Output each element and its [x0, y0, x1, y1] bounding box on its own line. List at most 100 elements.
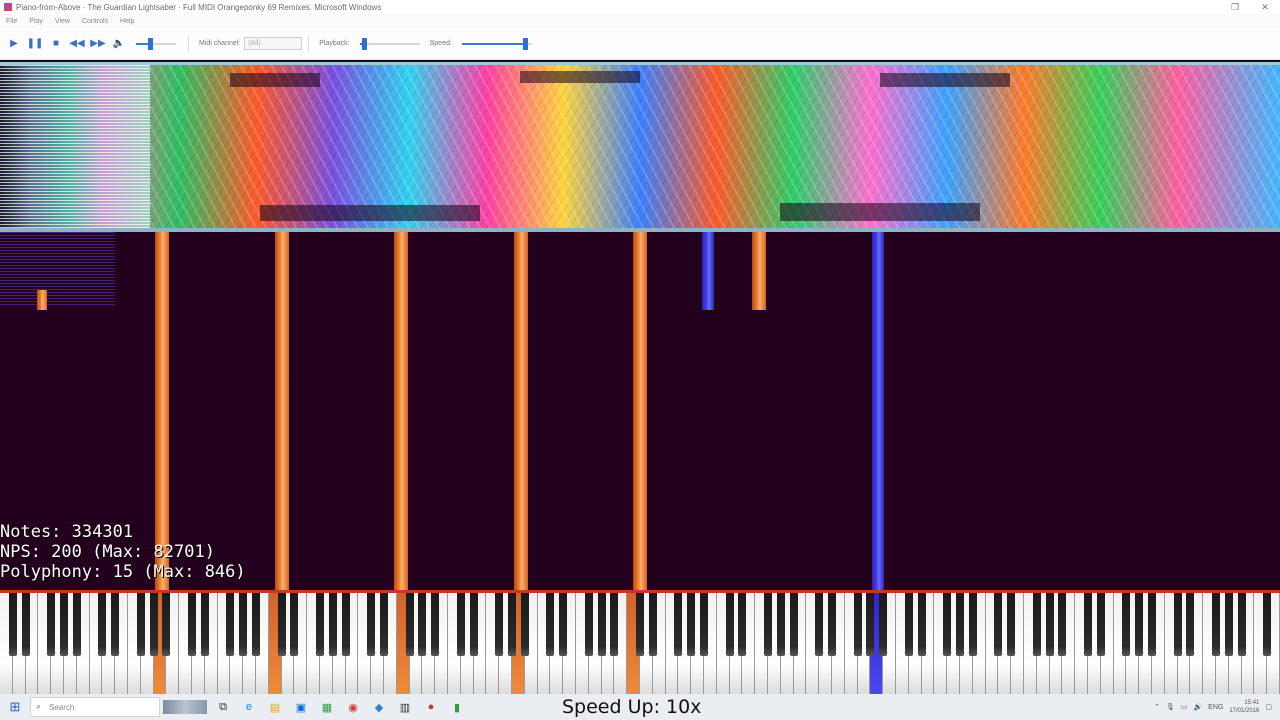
pause-icon[interactable]: ❚❚	[25, 34, 45, 54]
rewind-icon[interactable]: ◀◀	[67, 34, 87, 54]
black-key[interactable]	[60, 593, 68, 656]
midi-channel-select[interactable]: (All)	[244, 37, 303, 50]
black-key[interactable]	[648, 593, 657, 656]
speed-slider[interactable]	[461, 37, 532, 50]
start-icon[interactable]: ⊞	[0, 694, 30, 720]
language-indicator[interactable]: ENG	[1208, 704, 1223, 711]
menu-item-help[interactable]: Help	[120, 18, 134, 25]
black-key[interactable]	[1186, 593, 1195, 656]
black-key[interactable]	[904, 593, 913, 656]
black-key[interactable]	[559, 593, 568, 656]
black-key[interactable]	[316, 593, 324, 656]
edge-icon[interactable]: e	[236, 696, 262, 718]
black-key[interactable]	[828, 593, 836, 656]
black-key[interactable]	[405, 593, 414, 656]
black-key[interactable]	[1135, 593, 1144, 656]
black-key[interactable]	[776, 593, 785, 656]
black-key[interactable]	[866, 593, 875, 656]
black-key[interactable]	[597, 593, 606, 656]
black-key[interactable]	[968, 593, 977, 656]
black-key[interactable]	[700, 593, 708, 656]
thumbnail-icon[interactable]	[160, 696, 210, 718]
black-key[interactable]	[341, 593, 350, 656]
task-view-icon[interactable]: ⧉	[210, 696, 236, 718]
menu-item-file[interactable]: File	[6, 18, 17, 25]
black-key[interactable]	[8, 593, 17, 656]
black-key[interactable]	[687, 593, 696, 656]
black-key[interactable]	[1173, 593, 1182, 656]
clock[interactable]: 15:41 17/01/2016	[1229, 699, 1259, 715]
black-key[interactable]	[252, 593, 260, 656]
black-key[interactable]	[418, 593, 427, 656]
menu-item-view[interactable]: View	[55, 18, 70, 25]
playback-slider-thumb[interactable]	[362, 37, 368, 50]
black-key[interactable]	[380, 593, 388, 656]
spreadsheet-icon[interactable]: ▦	[314, 696, 340, 718]
black-key[interactable]	[956, 593, 964, 656]
black-key[interactable]	[789, 593, 798, 656]
black-key[interactable]	[584, 593, 593, 656]
black-key[interactable]	[1148, 593, 1156, 656]
black-key[interactable]	[1032, 593, 1041, 656]
black-key[interactable]	[1084, 593, 1092, 656]
speed-slider-thumb[interactable]	[522, 37, 528, 50]
volume-tray-icon[interactable]: 🔊	[1193, 703, 1202, 711]
app-icon[interactable]: ◆	[366, 696, 392, 718]
microphone-icon[interactable]: 🎙	[1166, 703, 1175, 711]
black-key[interactable]	[1045, 593, 1054, 656]
menu-item-controls[interactable]: Controls	[82, 18, 108, 25]
fast-forward-icon[interactable]: ▶▶	[88, 34, 108, 54]
black-key[interactable]	[764, 593, 772, 656]
black-key[interactable]	[72, 593, 81, 656]
chevron-up-icon[interactable]: ⌃	[1154, 703, 1160, 711]
black-key[interactable]	[1237, 593, 1246, 656]
black-key[interactable]	[149, 593, 158, 656]
black-key[interactable]	[200, 593, 209, 656]
stop-icon[interactable]: ■	[46, 34, 66, 54]
black-key[interactable]	[188, 593, 196, 656]
black-key[interactable]	[610, 593, 619, 656]
black-key[interactable]	[725, 593, 734, 656]
black-key[interactable]	[239, 593, 248, 656]
black-key[interactable]	[738, 593, 747, 656]
black-key[interactable]	[853, 593, 862, 656]
black-key[interactable]	[495, 593, 504, 656]
black-key[interactable]	[508, 593, 516, 656]
black-key[interactable]	[277, 593, 286, 656]
playback-slider[interactable]	[359, 37, 420, 50]
black-key[interactable]	[943, 593, 952, 656]
media-icon[interactable]: ●	[418, 696, 444, 718]
volume-slider-thumb[interactable]	[148, 37, 153, 50]
black-key[interactable]	[21, 593, 30, 656]
window-icon[interactable]: ▥	[392, 696, 418, 718]
black-key[interactable]	[47, 593, 56, 656]
close-icon[interactable]: ✕	[1250, 0, 1280, 14]
black-key[interactable]	[226, 593, 235, 656]
black-key[interactable]	[1096, 593, 1105, 656]
piano-app-icon[interactable]: ▮	[444, 696, 470, 718]
menu-item-play[interactable]: Play	[29, 18, 43, 25]
volume-slider[interactable]	[136, 37, 176, 50]
minimize-icon[interactable]: ❐	[1220, 0, 1250, 14]
black-key[interactable]	[1007, 593, 1016, 656]
store-icon[interactable]: ▣	[288, 696, 314, 718]
chrome-icon[interactable]: ◉	[340, 696, 366, 718]
search-input[interactable]: ⌕ Search	[30, 697, 160, 717]
black-key[interactable]	[469, 593, 478, 656]
black-key[interactable]	[546, 593, 555, 656]
folder-icon[interactable]: ▤	[262, 696, 288, 718]
black-key[interactable]	[1212, 593, 1220, 656]
black-key[interactable]	[431, 593, 440, 656]
black-key[interactable]	[1058, 593, 1067, 656]
black-key[interactable]	[328, 593, 337, 656]
black-key[interactable]	[674, 593, 683, 656]
black-key[interactable]	[136, 593, 145, 656]
black-key[interactable]	[917, 593, 926, 656]
black-key[interactable]	[1122, 593, 1131, 656]
black-key[interactable]	[111, 593, 120, 656]
volume-icon[interactable]: 🔈	[109, 34, 129, 54]
black-key[interactable]	[367, 593, 376, 656]
play-icon[interactable]: ▶	[4, 34, 24, 54]
black-key[interactable]	[636, 593, 644, 656]
black-key[interactable]	[456, 593, 465, 656]
